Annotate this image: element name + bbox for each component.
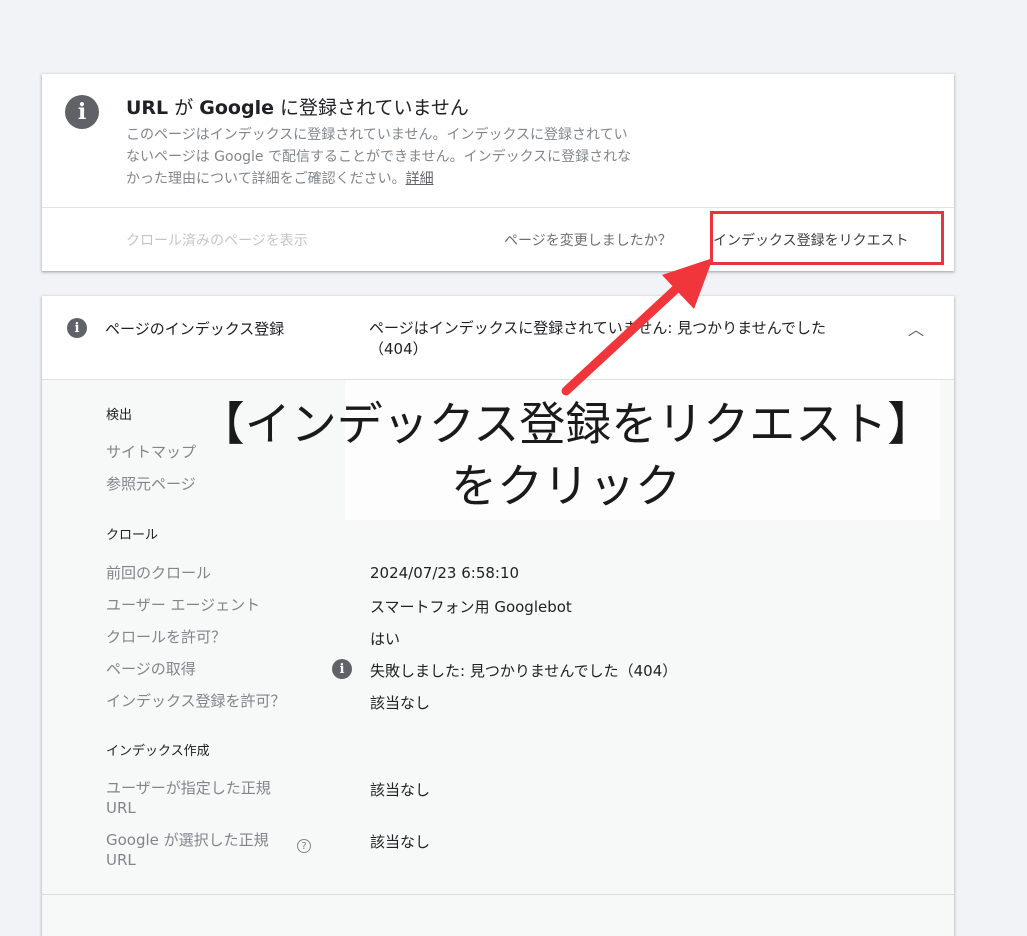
annotation-text: 【インデックス登録をリクエスト】 をクリック (196, 393, 936, 517)
annotation-line-2: をクリック (451, 459, 681, 513)
annotation-line-1: 【インデックス登録をリクエスト】 (198, 397, 934, 451)
